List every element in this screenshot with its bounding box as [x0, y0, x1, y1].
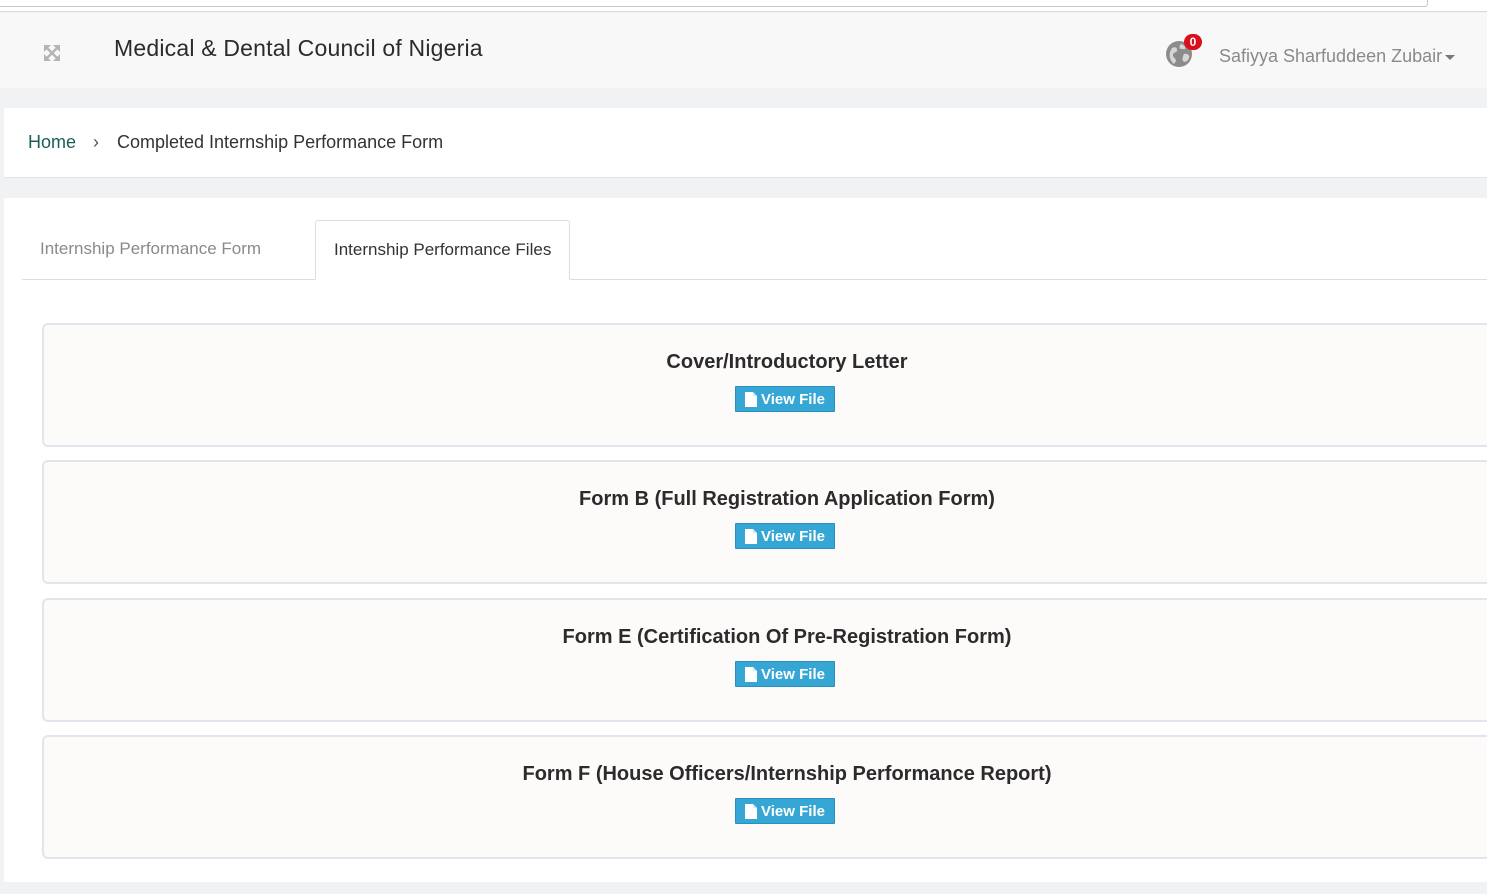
view-file-label: View File: [761, 802, 825, 820]
top-header: Medical & Dental Council of Nigeria 0 Sa…: [0, 13, 1487, 88]
browser-strip: [0, 0, 1487, 12]
view-file-label: View File: [761, 527, 825, 545]
view-file-label: View File: [761, 665, 825, 683]
file-icon: [745, 528, 758, 544]
caret-down-icon: [1445, 54, 1456, 60]
view-file-button[interactable]: View File: [735, 386, 835, 412]
file-card-form-e: Form E (Certification Of Pre-Registratio…: [42, 598, 1487, 722]
breadcrumb-separator-icon: ›: [93, 132, 99, 152]
tab-internship-performance-form[interactable]: Internship Performance Form: [22, 220, 279, 280]
user-name: Safiyya Sharfuddeen Zubair: [1219, 46, 1443, 66]
breadcrumb-current: Completed Internship Performance Form: [117, 132, 444, 152]
tab-internship-performance-files[interactable]: Internship Performance Files: [315, 220, 571, 280]
notifications-button[interactable]: 0: [1164, 34, 1202, 71]
file-title: Form B (Full Registration Application Fo…: [579, 488, 995, 510]
file-card-form-f: Form F (House Officers/Internship Perfor…: [42, 735, 1487, 859]
view-file-button[interactable]: View File: [735, 523, 835, 549]
browser-url-bar-edge: [0, 0, 1428, 7]
user-menu[interactable]: Safiyya Sharfuddeen Zubair: [1219, 46, 1456, 70]
file-card-form-b: Form B (Full Registration Application Fo…: [42, 460, 1487, 584]
expand-arrows-icon[interactable]: [40, 41, 64, 65]
file-card-cover-letter: Cover/Introductory Letter View File: [42, 323, 1487, 447]
file-icon: [745, 391, 758, 407]
notification-count-badge: 0: [1184, 34, 1202, 50]
content-panel: Internship Performance Form Internship P…: [4, 198, 1487, 882]
file-title: Form E (Certification Of Pre-Registratio…: [562, 626, 1012, 648]
view-file-button[interactable]: View File: [735, 798, 835, 824]
breadcrumb: Home › Completed Internship Performance …: [4, 108, 1487, 178]
breadcrumb-home-link[interactable]: Home: [28, 132, 76, 153]
app-title: Medical & Dental Council of Nigeria: [114, 35, 483, 61]
file-title: Cover/Introductory Letter: [666, 351, 908, 373]
file-icon: [745, 803, 758, 819]
tab-bar: Internship Performance Form Internship P…: [22, 220, 1487, 280]
view-file-button[interactable]: View File: [735, 661, 835, 687]
view-file-label: View File: [761, 390, 825, 408]
file-title: Form F (House Officers/Internship Perfor…: [522, 763, 1052, 785]
file-icon: [745, 666, 758, 682]
